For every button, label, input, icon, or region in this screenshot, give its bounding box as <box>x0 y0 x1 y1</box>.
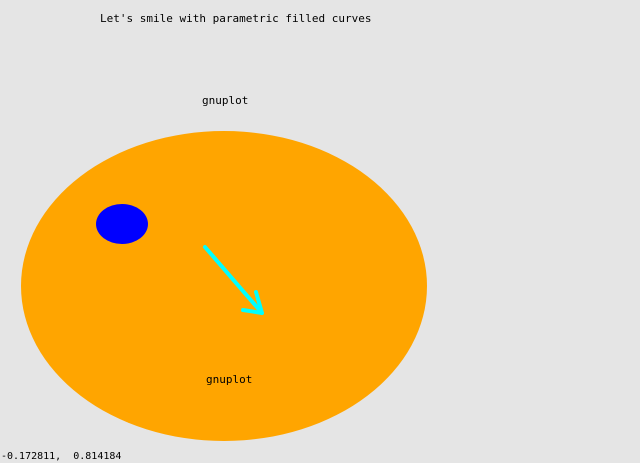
inner-gnuplot-label: gnuplot <box>206 373 252 386</box>
smiley-face <box>21 131 427 441</box>
plot-canvas[interactable]: Let's smile with parametric filled curve… <box>0 0 640 463</box>
mouse-coordinate-readout: -0.172811, 0.814184 <box>1 451 122 462</box>
plot-title: Let's smile with parametric filled curve… <box>100 12 372 25</box>
top-gnuplot-label: gnuplot <box>202 94 248 107</box>
smiley-eye <box>96 204 148 244</box>
